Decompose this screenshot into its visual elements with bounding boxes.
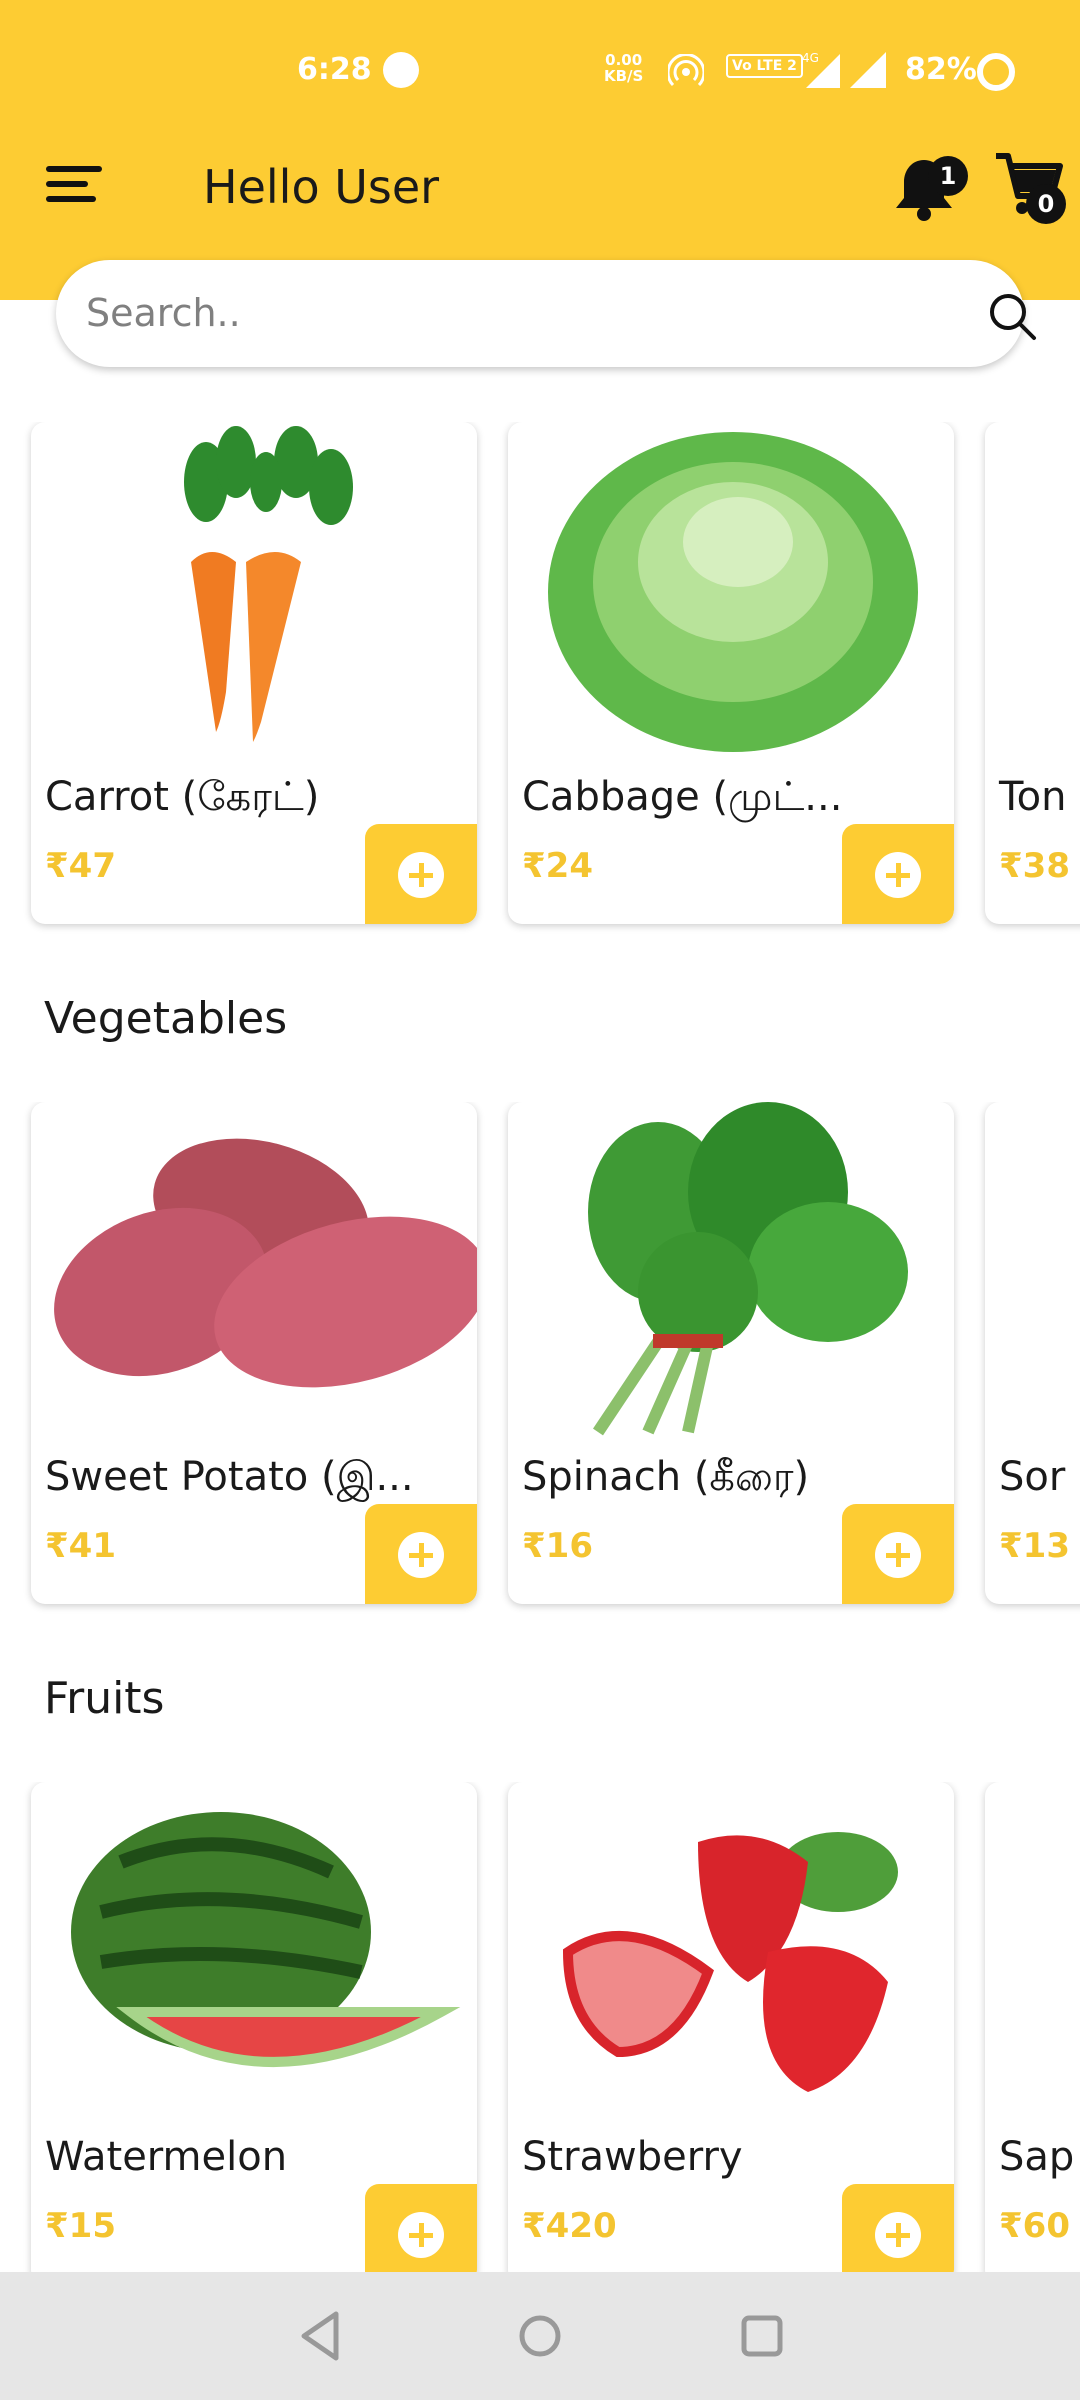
net-speed-unit: KB/S [604, 67, 644, 85]
sorrel-image [985, 1102, 1080, 1442]
notification-count: 1 [928, 156, 968, 196]
product-name: Sap [999, 2134, 1075, 2180]
product-price: ₹24 [522, 846, 593, 886]
plus-icon [398, 2212, 444, 2258]
add-to-cart-button[interactable] [365, 824, 477, 924]
vegetables-row[interactable]: Sweet Potato (இ... ₹41 Spinach (கீரை) ₹1… [0, 1102, 1080, 1622]
product-name: Strawberry [522, 2134, 743, 2180]
greeting-text: Hello User [203, 160, 440, 214]
product-card-carrot[interactable]: Carrot (கேரட்) ₹47 [31, 422, 477, 924]
battery-percent: 82% [905, 52, 977, 87]
product-card-sapota[interactable]: Sap ₹60 [985, 1782, 1080, 2284]
add-to-cart-button[interactable] [842, 824, 954, 924]
sapota-image [985, 1782, 1080, 2122]
battery-icon [977, 53, 1015, 91]
product-name: Ton [999, 774, 1067, 820]
volte-icon: Vo LTE 2 [726, 54, 803, 78]
search-icon[interactable] [986, 290, 1038, 342]
search-input[interactable] [86, 282, 906, 344]
product-price: ₹15 [45, 2206, 116, 2246]
system-navigation-bar [0, 2272, 1080, 2400]
search-bar [56, 260, 1036, 367]
product-name: Watermelon [45, 2134, 288, 2180]
signal-4g-icon: 4G [800, 50, 844, 98]
app-header: 6:28 0.00 KB/S Vo LTE 2 4G 82% Hello User… [0, 0, 1080, 300]
product-card-strawberry[interactable]: Strawberry ₹420 [508, 1782, 954, 2284]
app-notification-icon [383, 52, 419, 88]
cabbage-image [548, 432, 918, 752]
cart-icon[interactable]: 0 [994, 150, 1066, 224]
product-card-spinach[interactable]: Spinach (கீரை) ₹16 [508, 1102, 954, 1604]
product-card-watermelon[interactable]: Watermelon ₹15 [31, 1782, 477, 2284]
plus-icon [875, 852, 921, 898]
hotspot-icon [666, 53, 706, 98]
product-name: Carrot (கேரட்) [45, 774, 320, 820]
status-bar: 6:28 0.00 KB/S Vo LTE 2 4G 82% [0, 40, 1080, 104]
tomato-image [985, 422, 1080, 762]
featured-products-row[interactable]: Carrot (கேரட்) ₹47 Cabbage (முட்... ₹24 … [0, 422, 1080, 942]
signal-icon [848, 50, 888, 98]
back-icon[interactable] [290, 2306, 350, 2366]
product-name: Sor [999, 1454, 1066, 1500]
add-to-cart-button[interactable] [842, 2184, 954, 2284]
menu-icon[interactable] [46, 166, 102, 210]
home-icon[interactable] [510, 2306, 570, 2366]
plus-icon [875, 2212, 921, 2258]
strawberry-image [562, 1832, 898, 2092]
product-price: ₹47 [45, 846, 116, 886]
plus-icon [398, 852, 444, 898]
product-price: ₹60 [999, 2206, 1070, 2246]
spinach-image [588, 1102, 908, 1436]
product-name: Cabbage (முட்... [522, 774, 843, 820]
product-card-sorrel[interactable]: Sor ₹13 [985, 1102, 1080, 1604]
add-to-cart-button[interactable] [842, 1504, 954, 1604]
notification-bell-icon[interactable]: 1 [888, 152, 968, 224]
product-name: Sweet Potato (இ... [45, 1454, 414, 1500]
product-price: ₹38 [999, 846, 1070, 886]
section-title-vegetables: Vegetables [44, 993, 288, 1044]
plus-icon [875, 1532, 921, 1578]
add-to-cart-button[interactable] [365, 2184, 477, 2284]
product-price: ₹16 [522, 1526, 593, 1566]
product-name: Spinach (கீரை) [522, 1454, 810, 1500]
net-speed: 0.00 KB/S [604, 52, 643, 84]
add-to-cart-button[interactable] [365, 1504, 477, 1604]
status-time: 6:28 [297, 52, 372, 87]
network-type: 4G [802, 51, 819, 65]
product-card-sweet-potato[interactable]: Sweet Potato (இ... ₹41 [31, 1102, 477, 1604]
product-card-tomato[interactable]: Ton ₹38 [985, 422, 1080, 924]
carrot-image [184, 426, 353, 742]
watermelon-image [71, 1812, 461, 2067]
cart-count: 0 [1026, 184, 1066, 224]
product-price: ₹420 [522, 2206, 617, 2246]
recents-icon[interactable] [732, 2306, 792, 2366]
plus-icon [398, 1532, 444, 1578]
fruits-row[interactable]: Watermelon ₹15 Strawberry ₹420 Sap ₹60 [0, 1782, 1080, 2302]
product-price: ₹41 [45, 1526, 116, 1566]
product-card-cabbage[interactable]: Cabbage (முட்... ₹24 [508, 422, 954, 924]
sweet-potato-image [54, 1138, 477, 1388]
product-price: ₹13 [999, 1526, 1070, 1566]
section-title-fruits: Fruits [44, 1673, 165, 1724]
